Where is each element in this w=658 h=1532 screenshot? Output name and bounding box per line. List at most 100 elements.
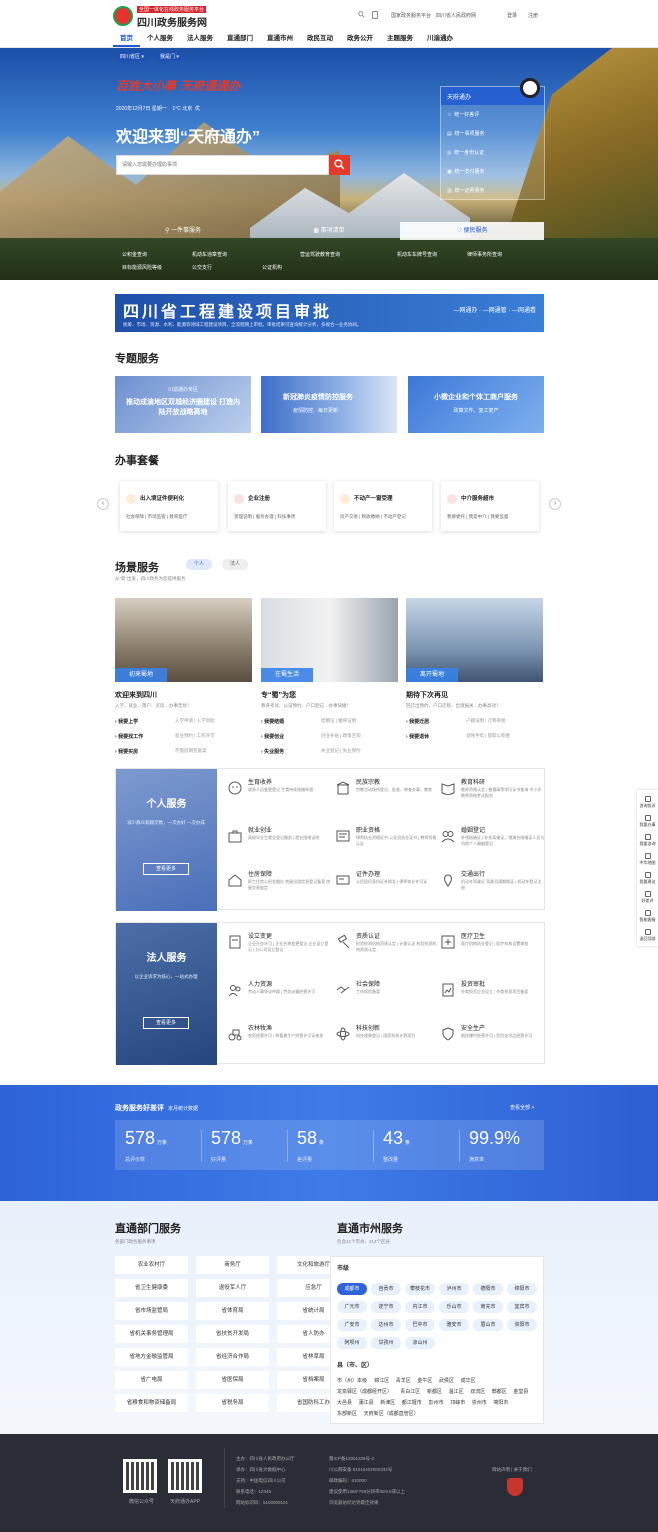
hero-link[interactable]: 律师事务所查询 xyxy=(467,251,502,258)
city-chip[interactable]: 广安市 xyxy=(337,1319,367,1331)
icp-link[interactable]: 蜀ICP备12001205号-3 xyxy=(329,1456,374,1462)
city-chip[interactable]: 资阳市 xyxy=(507,1319,537,1331)
scene-link-sub[interactable]: 户籍证明 | 迁移审批 xyxy=(466,718,506,724)
hero-search-input[interactable] xyxy=(117,156,307,174)
nav-item-interaction[interactable]: 政民互动 xyxy=(300,33,340,47)
service-item-traffic[interactable]: 交通出行 机动车驾驶证 驾驶员满期换证 | 机动车登记注册 xyxy=(441,869,541,905)
nav-item-open-gov[interactable]: 政务公开 xyxy=(340,33,380,47)
service-item-birth[interactable]: 生育收养 收养人员变更登记 生育持续结婚年限 xyxy=(228,777,328,813)
county-link[interactable]: 大邑县 xyxy=(337,1399,352,1406)
scene-card-arrive[interactable]: 初来蜀地 xyxy=(115,598,252,682)
tianfu-item-evaluation[interactable]: ☆ 统一好差评 xyxy=(447,111,479,118)
city-chip[interactable]: 甘孜州 xyxy=(371,1337,401,1349)
department-link[interactable]: 省经济合作局 xyxy=(196,1348,269,1366)
scene-link-sub[interactable]: 失业登记 | 失业保险 xyxy=(321,748,361,754)
topic-card-covid[interactable]: 新冠肺炎疫情防控服务 疫情防控、每日更新 xyxy=(261,376,397,433)
service-item-housing[interactable]: 住房保障 职工住房公积金缴存 房屋出租信息登记备案 房屋交易鉴定 xyxy=(228,869,330,905)
package-card[interactable]: 企业注册 受理说明 | 服务办理 | 科技事项 xyxy=(228,481,326,531)
package-card[interactable]: 不动产一窗受理 房产交易 | 税收缴纳 | 不动产登记 xyxy=(334,481,432,531)
scene-card-leave[interactable]: 离开蜀地 xyxy=(406,598,543,682)
police-record-link[interactable]: 川公网安备 51010402000332号 xyxy=(329,1467,392,1473)
login-link[interactable]: 登录 xyxy=(507,12,517,19)
county-link[interactable]: 简阳市 xyxy=(493,1399,508,1406)
county-link[interactable]: 彭州市 xyxy=(429,1399,444,1406)
department-link[interactable]: 省卫生健康委 xyxy=(115,1279,188,1297)
county-link[interactable]: 蒲江县 xyxy=(359,1399,374,1406)
scene-tab-personal[interactable]: 个人 xyxy=(186,559,212,570)
side-float-item[interactable]: 我要咨询 xyxy=(637,834,658,847)
tianfu-item-payment[interactable]: ▣ 统一支付服务 xyxy=(447,168,485,175)
city-chip[interactable]: 巴中市 xyxy=(405,1319,435,1331)
city-chip[interactable]: 乐山市 xyxy=(439,1301,469,1313)
county-link[interactable]: 市（州）本级 xyxy=(337,1377,367,1384)
tianfu-item-services[interactable]: ▤ 统一事项服务 xyxy=(447,130,485,137)
department-link[interactable]: 省机关事务管理局 xyxy=(115,1325,188,1343)
county-link[interactable]: 龙泉驿区（成都经开区） xyxy=(337,1388,392,1395)
nav-item-chuanyu[interactable]: 川渝通办 xyxy=(420,33,460,47)
package-card[interactable]: 出入境证件便利化 社会保障 | 市场监管 | 教育医疗 xyxy=(120,481,218,531)
city-chip[interactable]: 眉山市 xyxy=(473,1319,503,1331)
department-link[interactable]: 省税务局 xyxy=(196,1394,269,1412)
util-link-gov[interactable]: 四川省人民政府网 xyxy=(436,12,476,19)
topic-card-chengyu[interactable]: 川渝通办专区 推动成渝地区双城经济圈建设 打造内陆开放战略高地 xyxy=(115,376,251,433)
convenience-service-button[interactable]: ♡ 便民服务 xyxy=(400,222,544,240)
service-item-medical[interactable]: 医疗卫生 医疗机构执业登记 | 医疗机构设置审批 xyxy=(441,931,541,967)
department-link[interactable]: 省医保局 xyxy=(196,1371,269,1389)
hero-link[interactable]: 目标能源风险等级 xyxy=(122,264,162,271)
scene-link[interactable]: › 我要找工作 xyxy=(115,733,143,740)
scene-link-sub[interactable]: 存量房网签备案 xyxy=(175,748,207,754)
side-float-item[interactable]: 智能客服 xyxy=(637,910,658,923)
department-link[interactable]: 省扶贫开发局 xyxy=(196,1325,269,1343)
service-item-marriage[interactable]: 婚姻登记 补领结婚证 | 补发离婚证、港澳台结婚证人员与内地个人婚姻登记 xyxy=(441,825,544,861)
tianfu-item-identity[interactable]: ◎ 统一身份认证 xyxy=(447,149,484,156)
city-chip[interactable]: 凉山州 xyxy=(405,1337,435,1349)
item-list-button[interactable]: ▦ 事项清单 xyxy=(262,222,396,240)
package-card[interactable]: 中介服务超市 我要委托 | 我是中介 | 我要监督 xyxy=(441,481,539,531)
stats-view-all-link[interactable]: 查看全部 > xyxy=(510,1104,534,1111)
county-link[interactable]: 金堂县 xyxy=(513,1388,528,1395)
corporate-service-more-button[interactable]: 查看更多 xyxy=(143,1017,189,1029)
nav-item-departments[interactable]: 直通部门 xyxy=(220,33,260,47)
footer-links[interactable]: 网站声明 | 关于我们 xyxy=(492,1467,532,1473)
county-link[interactable]: 新都区 xyxy=(427,1388,442,1395)
department-link[interactable]: 农业农村厅 xyxy=(115,1256,188,1274)
hero-link[interactable]: 公交支行 xyxy=(192,264,212,271)
search-icon[interactable] xyxy=(358,11,365,20)
nav-item-themes[interactable]: 主题服务 xyxy=(380,33,420,47)
county-link[interactable]: 锦江区 xyxy=(374,1377,389,1384)
service-item-education[interactable]: 教育科研 教师资格认定 | 普通高等学历证书查询 中小学教师资格考试报名 xyxy=(441,777,541,813)
side-float-item[interactable]: 中华地图 xyxy=(637,853,658,866)
city-chip[interactable]: 泸州市 xyxy=(439,1283,469,1295)
service-item-agriculture[interactable]: 农林牧渔 农药经营许可 | 种畜禽生产经营许可证核发 xyxy=(228,1023,328,1059)
county-link[interactable]: 双流区 xyxy=(470,1388,485,1395)
hero-search-button[interactable] xyxy=(329,155,350,175)
scene-card-living[interactable]: 在蜀生活 xyxy=(261,598,398,682)
side-float-item[interactable]: 我要办事 xyxy=(637,815,658,828)
hero-link[interactable]: 公证机构 xyxy=(262,264,282,271)
nav-item-personal[interactable]: 个人服务 xyxy=(140,33,180,47)
service-item-qualification[interactable]: 职业资格 律师执业资格证书 公证员执业证书 | 教师资格认证 xyxy=(336,825,436,861)
service-item-social-security[interactable]: 社会保障 工伤保险备案 xyxy=(336,979,436,1015)
location-select[interactable]: 我是门 ▾ xyxy=(156,52,183,61)
service-item-setup[interactable]: 设立变更 企业开办许可 | 企业名称变更登记 企业设立登记 | 分公司设立登记 xyxy=(228,931,328,967)
nav-item-corporate[interactable]: 法人服务 xyxy=(180,33,220,47)
scene-link[interactable]: › 我要买房 xyxy=(115,748,138,755)
department-link[interactable]: 省粮食和物资储备局 xyxy=(115,1394,188,1412)
region-select[interactable]: 四川省区 ▾ xyxy=(116,52,148,61)
city-chip[interactable]: 广元市 xyxy=(337,1301,367,1313)
department-link[interactable]: 省市场监管局 xyxy=(115,1302,188,1320)
county-link[interactable]: 郫都区 xyxy=(492,1388,507,1395)
county-link[interactable]: 天府新区（成都直管区） xyxy=(364,1410,419,1417)
scene-link[interactable]: › 我要创业 xyxy=(261,733,284,740)
county-link[interactable]: 温江区 xyxy=(449,1388,464,1395)
city-chip[interactable]: 遂宁市 xyxy=(371,1301,401,1313)
county-link[interactable]: 青羊区 xyxy=(396,1377,411,1384)
service-item-ethnic[interactable]: 民族宗教 宗教活动场所登记、批准、审查办事、教育 xyxy=(336,777,436,813)
topic-card-smallbiz[interactable]: 小微企业和个体工商户服务 政策文件、复工复产 xyxy=(408,376,544,433)
county-link[interactable]: 新津区 xyxy=(380,1399,395,1406)
nav-item-home[interactable]: 首页 xyxy=(113,33,140,47)
project-approval-banner[interactable]: 四川省工程建设项目审批 统筹、市场、资源、水利、能源等领域工程建设项目，全流程网… xyxy=(115,294,544,332)
packages-prev-button[interactable]: ‹ xyxy=(97,498,109,510)
service-item-certification[interactable]: 资质认证 检验检测机构资质认定 | 计量认证 检验检测机构资质认定 xyxy=(336,931,436,967)
site-logo[interactable]: 全国一体化在线政务服务平台 四川政务服务网 xyxy=(113,6,233,32)
